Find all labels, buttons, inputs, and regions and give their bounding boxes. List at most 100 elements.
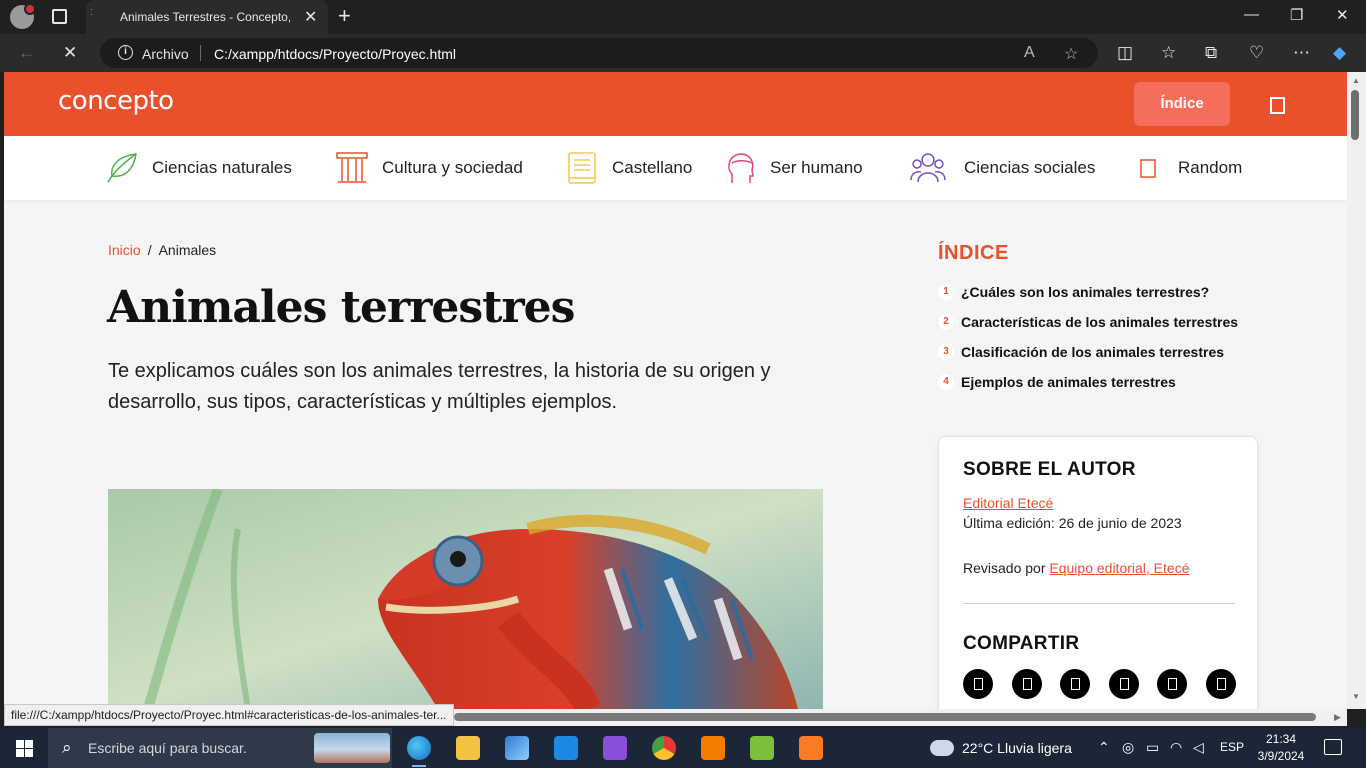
volume-icon[interactable]: ◁ [1193,739,1204,756]
browser-toolbar: ← ✕ i Archivo C:/xampp/htdocs/Proyecto/P… [0,34,1366,72]
nav-item-random[interactable]: Random [1130,150,1242,186]
hero-image-chameleon [108,489,823,709]
tab-actions-icon[interactable] [52,9,67,24]
search-placeholder: Escribe aquí para buscar. [88,740,247,756]
share-button-5[interactable] [1157,669,1187,699]
loading-favicon-icon: ⁚ [90,8,93,17]
author-name-link[interactable]: Editorial Etecé [963,495,1053,511]
toc-link[interactable]: Clasificación de los animales terrestres [961,344,1224,360]
split-screen-icon[interactable]: ◫ [1117,43,1133,63]
nav-label: Random [1178,158,1243,177]
share-button-4[interactable] [1108,669,1139,699]
breadcrumb-home-link[interactable]: Inicio [108,242,141,258]
book-icon [568,152,596,184]
head-icon [728,153,754,183]
sublime-text-icon[interactable] [701,736,725,760]
address-bar[interactable]: i Archivo C:/xampp/htdocs/Proyecto/Proye… [100,38,1098,68]
nav-item-cultura-y-sociedad[interactable]: Cultura y sociedad [334,150,523,186]
menu-icon[interactable] [1270,97,1285,114]
weather-text[interactable]: 22°C Lluvia ligera [962,740,1072,756]
share-button-2[interactable] [1011,669,1042,699]
favorites-icon[interactable]: ☆ [1161,43,1176,63]
share-button-6[interactable] [1205,669,1236,699]
scroll-right-icon[interactable]: ▶ [1334,712,1341,723]
reviewed-by: Revisado por Equipo editorial, Etecé [963,560,1189,576]
category-nav: Ciencias naturales Cultura y sociedad Ca… [4,136,1347,200]
file-explorer-icon[interactable] [456,736,480,760]
meet-icon[interactable]: ◎ [1122,739,1134,756]
horizontal-scroll-thumb[interactable] [454,713,1316,721]
xampp-icon[interactable] [799,736,823,760]
breadcrumb: Inicio / Animales [108,242,216,258]
scroll-down-icon[interactable]: ▼ [1352,692,1360,701]
share-button-1[interactable] [963,669,993,699]
page-viewport: concepto Índice Ciencias naturales Cultu… [4,72,1347,709]
nav-label: Cultura y sociedad [382,158,523,177]
toc-link[interactable]: Ejemplos de animales terrestres [961,374,1176,390]
weather-cloud-icon[interactable] [930,740,954,756]
read-aloud-icon[interactable]: A [1024,44,1035,62]
toc-link[interactable]: Características de los animales terrestr… [961,314,1238,330]
more-options-icon[interactable]: ⋯ [1293,43,1310,63]
copilot-icon[interactable]: ◆ [1333,43,1346,63]
site-info-icon[interactable]: i [118,45,133,60]
tab-title: Animales Terrestres - Concepto, ti [120,10,290,24]
notifications-icon[interactable] [1324,739,1342,755]
mail-icon[interactable] [554,736,578,760]
nav-label: Ciencias sociales [964,158,1096,177]
windows-start-icon[interactable] [16,740,33,757]
last-edition: Última edición: 26 de junio de 2023 [963,515,1182,531]
nav-item-castellano[interactable]: Castellano [564,150,692,186]
chevron-up-icon[interactable]: ⌃ [1098,739,1110,756]
toc-item[interactable]: 4 Ejemplos de animales terrestres [938,367,1258,397]
tab-close-icon[interactable]: ✕ [304,7,317,27]
toc-link[interactable]: ¿Cuáles son los animales terrestres? [961,284,1209,300]
minimize-icon[interactable]: — [1244,6,1259,23]
input-language[interactable]: ESP [1220,740,1244,754]
collections-icon[interactable]: ⧉ [1205,43,1217,63]
window-close-icon[interactable]: ✕ [1336,6,1349,24]
nav-label: Ciencias naturales [152,158,292,177]
vertical-scroll-thumb[interactable] [1351,90,1359,140]
restore-icon[interactable]: ❐ [1290,6,1303,24]
nav-item-ser-humano[interactable]: Ser humano [722,150,863,186]
back-icon[interactable]: ← [18,43,35,63]
toc-item[interactable]: 2 Características de los animales terres… [938,307,1258,337]
indice-button[interactable]: Índice [1134,82,1230,126]
clock-date: 3/9/2024 [1257,749,1305,763]
store-icon[interactable] [505,736,529,760]
search-highlight-image [314,733,390,763]
app-icon[interactable] [750,736,774,760]
profile-avatar[interactable] [10,3,36,29]
new-tab-icon[interactable]: + [338,3,351,29]
share-button-3[interactable] [1060,669,1090,699]
toc-item[interactable]: 3 Clasificación de los animales terrestr… [938,337,1258,367]
clock[interactable]: 21:34 3/9/2024 [1254,731,1308,765]
edge-taskbar-icon[interactable] [407,736,431,767]
toc-item[interactable]: 1 ¿Cuáles son los animales terrestres? [938,277,1258,307]
favorite-star-icon[interactable]: ☆ [1064,44,1078,64]
address-separator [200,45,201,61]
battery-icon[interactable]: ▭ [1146,739,1159,756]
nav-item-ciencias-sociales[interactable]: Ciencias sociales [904,150,1095,186]
breadcrumb-separator: / [147,242,152,258]
address-url[interactable]: C:/xampp/htdocs/Proyecto/Proyec.html [214,46,456,62]
visual-studio-icon[interactable] [603,736,627,760]
scroll-up-icon[interactable]: ▲ [1352,76,1360,85]
site-logo[interactable]: concepto [58,86,174,116]
leaf-icon [107,153,137,183]
link-status-bar: file:///C:/xampp/htdocs/Proyecto/Proyec.… [4,704,454,726]
wifi-icon[interactable]: ◠ [1170,739,1182,756]
toc-number: 1 [938,284,954,300]
active-tab[interactable]: ⁚ Animales Terrestres - Concepto, ti ✕ [86,0,328,34]
toc-number: 2 [938,314,954,330]
toc-number: 3 [938,344,954,360]
stop-loading-icon[interactable]: ✕ [63,43,77,63]
chrome-icon[interactable] [652,736,676,760]
nav-label: Ser humano [770,158,863,177]
nav-item-ciencias-naturales[interactable]: Ciencias naturales [104,150,292,186]
browser-essentials-icon[interactable]: ♡ [1249,43,1264,63]
reviewer-link[interactable]: Equipo editorial, Etecé [1049,560,1189,576]
vertical-scrollbar[interactable]: ▲ ▼ [1347,72,1366,709]
taskbar-search[interactable]: ⌕ Escribe aquí para buscar. [48,728,392,768]
